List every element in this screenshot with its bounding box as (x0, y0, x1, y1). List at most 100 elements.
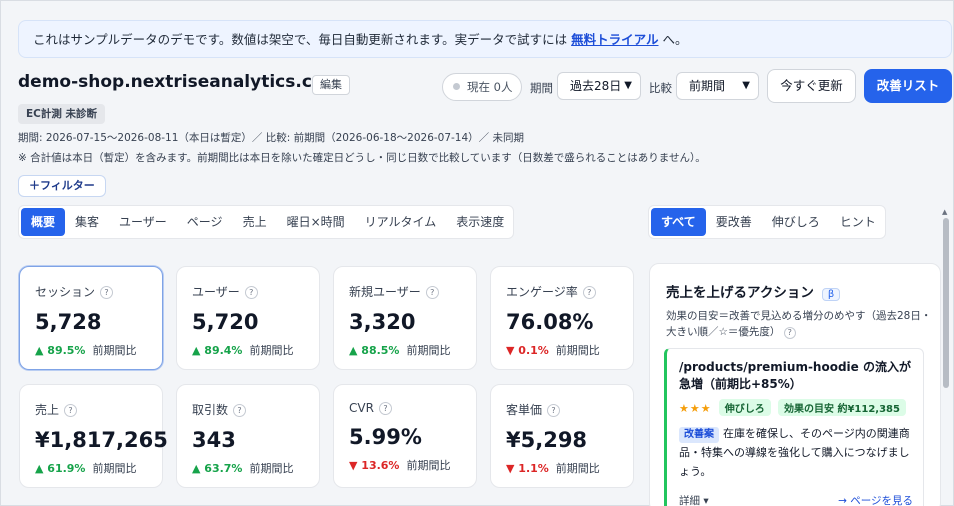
refresh-now-button[interactable]: 今すぐ更新 (767, 69, 856, 103)
kpi-delta: ▼ 1.1% (506, 462, 549, 475)
kpi-label: 新規ユーザー (349, 285, 421, 299)
tab-users[interactable]: ユーザー (109, 208, 177, 236)
main-tabs: 概要 集客 ユーザー ページ 売上 曜日×時間 リアルタイム 表示速度 (18, 205, 514, 239)
kpi-delta: ▲ 89.4% (192, 344, 243, 357)
chevron-down-icon: ▼ (624, 80, 632, 91)
kpi-compare-label: 前期間比 (92, 344, 137, 357)
help-icon[interactable]: ? (582, 286, 596, 299)
action-item: /products/premium-hoodie の流入が急増（前期比+85%）… (664, 348, 924, 506)
view-page-link[interactable]: → ページを見る (838, 493, 913, 506)
kpi-value: ¥1,817,265 (35, 428, 168, 452)
kpi-label: ユーザー (192, 285, 240, 299)
help-icon[interactable]: ? (378, 402, 392, 415)
period-select-value: 過去28日 (570, 79, 622, 93)
kpi-compare-label: 前期間比 (249, 462, 294, 475)
status-badge: EC計測 未診断 (18, 104, 106, 124)
period-info: 期間: 2026-07-15〜2026-08-11（本日は暫定）／ 比較: 前期… (18, 132, 525, 144)
add-filter-button[interactable]: ＋フィルター (18, 175, 106, 197)
kpi-label: エンゲージ率 (506, 285, 578, 299)
edit-button[interactable]: 編集 (312, 75, 350, 95)
help-icon[interactable]: ? (64, 404, 78, 417)
period-select[interactable]: 過去28日 ▼ (557, 72, 641, 100)
kpi-value: 3,320 (349, 310, 416, 334)
priority-stars-icon: ★★★ (679, 402, 712, 415)
kpi-label: 客単価 (506, 403, 543, 417)
tab-pages[interactable]: ページ (177, 208, 233, 236)
live-dot-icon (453, 83, 460, 90)
kpi-card-cvr[interactable]: CVR? 5.99% ▼ 13.6% 前期間比 (333, 384, 477, 488)
tab-sales[interactable]: 売上 (233, 208, 277, 236)
compare-select[interactable]: 前期間 ▼ (676, 72, 759, 100)
beta-badge: β (821, 288, 841, 301)
period-label: 期間 (530, 81, 553, 95)
kpi-card-sessions[interactable]: セッション? 5,728 ▲ 89.5% 前期間比 (19, 266, 163, 370)
panel-title: 売上を上げるアクション (666, 285, 814, 301)
banner-text: これはサンプルデータのデモです。数値は架空で、毎日自動更新されます。実データで試… (33, 32, 572, 47)
help-icon[interactable]: ? (783, 327, 796, 339)
kpi-delta: ▲ 88.5% (349, 344, 400, 357)
kpi-delta: ▲ 89.5% (35, 344, 86, 357)
kpi-compare-label: 前期間比 (555, 344, 600, 357)
banner-suffix: へ。 (658, 32, 688, 47)
proposal-badge: 改善案 (679, 427, 719, 443)
kpi-card-users[interactable]: ユーザー? 5,720 ▲ 89.4% 前期間比 (176, 266, 320, 370)
tab-realtime[interactable]: リアルタイム (355, 208, 447, 236)
scroll-up-icon[interactable]: ▲ (942, 208, 947, 216)
kpi-label: 売上 (35, 403, 60, 417)
chevron-down-icon: ▼ (742, 80, 750, 91)
scrollbar[interactable]: ▲ (942, 208, 950, 506)
kpi-value: 5,728 (35, 310, 102, 334)
kpi-delta: ▲ 63.7% (192, 462, 243, 475)
tab-all[interactable]: すべて (651, 208, 706, 236)
page-title: demo-shop.nextriseanalytics.com (18, 72, 342, 92)
help-icon[interactable]: ? (547, 404, 561, 417)
tab-overview[interactable]: 概要 (21, 208, 66, 236)
demo-banner: これはサンプルデータのデモです。数値は架空で、毎日自動更新されます。実データで試… (18, 20, 952, 58)
tab-weekday-hour[interactable]: 曜日×時間 (277, 208, 355, 236)
tab-growth[interactable]: 伸びしろ (762, 208, 830, 236)
help-icon[interactable]: ? (233, 404, 247, 417)
kpi-value: 343 (192, 428, 236, 452)
kpi-card-engagement-rate[interactable]: エンゲージ率? 76.08% ▼ 0.1% 前期間比 (490, 266, 634, 370)
live-users-label: 現在 0人 (467, 80, 513, 94)
kpi-label: CVR (349, 401, 374, 415)
kpi-value: ¥5,298 (506, 428, 588, 452)
revenue-actions-panel: 売上を上げるアクション β 効果の目安＝改善で見込める増分のめやす（過去28日・大… (649, 263, 941, 506)
help-icon[interactable]: ? (425, 286, 439, 299)
kpi-label: 取引数 (192, 403, 229, 417)
help-icon[interactable]: ? (100, 286, 114, 299)
kpi-compare-label: 前期間比 (406, 459, 451, 472)
tab-page-speed[interactable]: 表示速度 (446, 208, 514, 236)
kpi-compare-label: 前期間比 (406, 344, 451, 357)
live-users-indicator: 現在 0人 (442, 73, 522, 101)
kpi-compare-label: 前期間比 (555, 462, 600, 475)
tab-acquisition[interactable]: 集客 (65, 208, 109, 236)
tab-needs-improvement[interactable]: 要改善 (706, 208, 762, 236)
impact-estimate-tag: 効果の目安 約¥112,385 (777, 399, 906, 416)
tab-hints[interactable]: ヒント (830, 208, 886, 236)
kpi-delta: ▲ 61.9% (35, 462, 86, 475)
kpi-compare-label: 前期間比 (249, 344, 294, 357)
help-icon[interactable]: ? (244, 286, 258, 299)
compare-select-value: 前期間 (689, 79, 726, 93)
kpi-delta: ▼ 0.1% (506, 344, 549, 357)
kpi-card-avg-order-value[interactable]: 客単価? ¥5,298 ▼ 1.1% 前期間比 (490, 384, 634, 488)
kpi-card-transactions[interactable]: 取引数? 343 ▲ 63.7% 前期間比 (176, 384, 320, 488)
growth-tag: 伸びしろ (718, 399, 771, 416)
free-trial-link[interactable]: 無料トライアル (571, 32, 658, 47)
kpi-value: 5.99% (349, 425, 422, 449)
kpi-card-new-users[interactable]: 新規ユーザー? 3,320 ▲ 88.5% 前期間比 (333, 266, 477, 370)
improvement-list-button[interactable]: 改善リスト (864, 69, 952, 103)
kpi-card-revenue[interactable]: 売上? ¥1,817,265 ▲ 61.9% 前期間比 (19, 384, 168, 488)
kpi-delta: ▼ 13.6% (349, 459, 400, 472)
action-filter-tabs: すべて 要改善 伸びしろ ヒント (648, 205, 886, 239)
scrollbar-thumb[interactable] (943, 218, 949, 388)
kpi-value: 76.08% (506, 310, 594, 334)
kpi-value: 5,720 (192, 310, 259, 334)
comparison-note: ※ 合計値は本日（暫定）を含みます。前期間比は本日を除いた確定日どうし・同じ日数… (18, 152, 706, 164)
action-headline: /products/premium-hoodie の流入が急増（前期比+85%） (679, 360, 911, 391)
kpi-label: セッション (35, 285, 96, 299)
details-toggle[interactable]: 詳細 ▾ (679, 495, 709, 506)
kpi-compare-label: 前期間比 (92, 462, 137, 475)
panel-subtitle: 効果の目安＝改善で見込める増分のめやす（過去28日・大きい順／☆＝優先度） (666, 310, 932, 338)
